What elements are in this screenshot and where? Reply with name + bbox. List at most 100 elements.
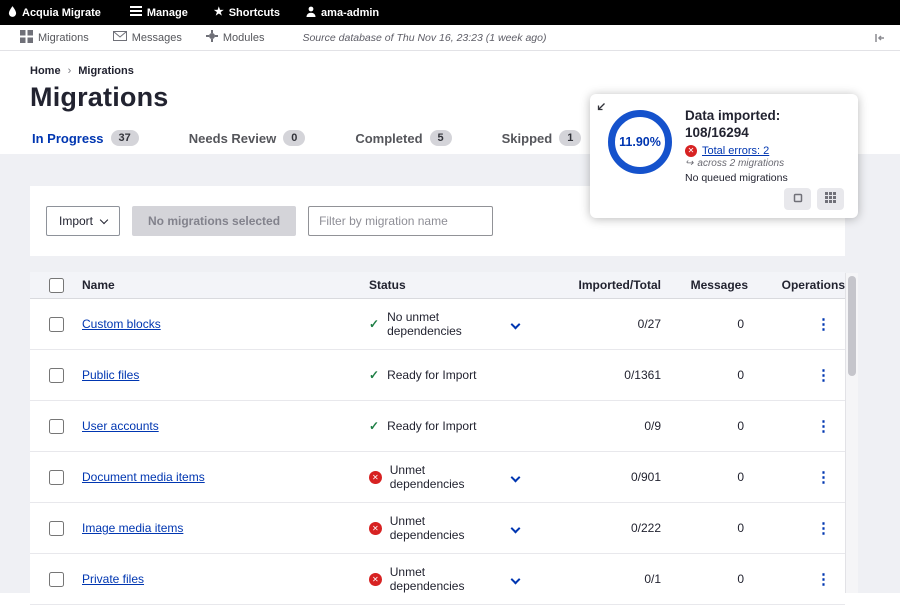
stop-button[interactable] bbox=[784, 188, 811, 210]
migration-filter-input[interactable] bbox=[308, 206, 493, 236]
messages-label: Messages bbox=[132, 32, 182, 44]
toolbar-item-migrations[interactable]: Migrations bbox=[8, 25, 101, 50]
card-info: Data imported: 108/16294 ✕ Total errors:… bbox=[685, 108, 844, 210]
migration-name-cell: User accounts bbox=[82, 419, 369, 433]
migration-link[interactable]: Public files bbox=[82, 368, 139, 382]
row-checkbox[interactable] bbox=[49, 470, 64, 485]
manage-menu[interactable]: Manage bbox=[117, 0, 201, 25]
chevron-down-icon[interactable] bbox=[509, 573, 522, 586]
hamburger-icon bbox=[130, 6, 142, 19]
grid-icon bbox=[825, 191, 836, 206]
status-cell: ✓ No unmet dependencies bbox=[369, 310, 560, 338]
toolbar-item-modules[interactable]: Modules bbox=[194, 25, 277, 50]
migration-link[interactable]: Private files bbox=[82, 572, 144, 586]
queued-migrations-label: No queued migrations bbox=[685, 172, 844, 184]
chevron-down-icon[interactable] bbox=[509, 522, 522, 535]
header-operations: Operations bbox=[748, 278, 845, 292]
brand-home-link[interactable]: Acquia Migrate bbox=[0, 0, 117, 25]
row-checkbox-cell bbox=[30, 419, 82, 434]
import-dropdown-button[interactable]: Import bbox=[46, 206, 120, 236]
imported-total-value: 0/1361 bbox=[560, 368, 661, 382]
operations-cell: ⋮ bbox=[748, 468, 845, 486]
breadcrumb-home-link[interactable]: Home bbox=[30, 65, 61, 77]
total-errors-link[interactable]: Total errors: 2 bbox=[702, 145, 769, 157]
migrations-label: Migrations bbox=[38, 32, 89, 44]
migration-link[interactable]: User accounts bbox=[82, 419, 159, 433]
kebab-menu-icon[interactable]: ⋮ bbox=[816, 469, 831, 486]
envelope-icon bbox=[113, 31, 127, 44]
modules-label: Modules bbox=[223, 32, 265, 44]
select-all-checkbox[interactable] bbox=[49, 278, 64, 293]
kebab-menu-icon[interactable]: ⋮ bbox=[816, 520, 831, 537]
manage-label: Manage bbox=[147, 7, 188, 19]
total-errors-line: ✕ Total errors: 2 bbox=[685, 145, 844, 157]
row-checkbox[interactable] bbox=[49, 317, 64, 332]
kebab-menu-icon[interactable]: ⋮ bbox=[816, 418, 831, 435]
shortcuts-menu[interactable]: ★ Shortcuts bbox=[201, 0, 293, 25]
messages-count: 0 bbox=[661, 521, 748, 535]
table-row: Document media items ✕ Unmet dependencie… bbox=[30, 452, 845, 503]
migration-link[interactable]: Image media items bbox=[82, 521, 183, 535]
tab-needs-review[interactable]: Needs Review 0 bbox=[187, 117, 308, 158]
selection-status-button: No migrations selected bbox=[132, 206, 296, 236]
table-header-row: Name Status Imported/Total Messages Oper… bbox=[30, 272, 845, 299]
error-circle-icon: ✕ bbox=[685, 145, 697, 157]
row-checkbox[interactable] bbox=[49, 419, 64, 434]
migration-link[interactable]: Custom blocks bbox=[82, 317, 161, 331]
resize-arrow-icon[interactable] bbox=[596, 99, 606, 117]
app-toolbar: Migrations Messages Modules Source datab… bbox=[0, 25, 900, 51]
kebab-menu-icon[interactable]: ⋮ bbox=[816, 316, 831, 333]
breadcrumb: Home › Migrations bbox=[30, 65, 870, 77]
table-row: Image media items ✕ Unmet dependencies 0… bbox=[30, 503, 845, 554]
select-all-cell bbox=[30, 278, 82, 293]
kebab-menu-icon[interactable]: ⋮ bbox=[816, 571, 831, 588]
chevron-down-icon[interactable] bbox=[509, 318, 522, 331]
progress-ring: 11.90% bbox=[608, 110, 672, 174]
messages-count: 0 bbox=[661, 368, 748, 382]
table-row: Private files ✕ Unmet dependencies 0/1 0… bbox=[30, 554, 845, 605]
tab-completed[interactable]: Completed 5 bbox=[353, 117, 453, 158]
migration-link[interactable]: Document media items bbox=[82, 470, 205, 484]
tab-label: Completed bbox=[355, 131, 422, 146]
status-cell: ✕ Unmet dependencies bbox=[369, 514, 560, 542]
row-checkbox-cell bbox=[30, 317, 82, 332]
star-icon: ★ bbox=[214, 7, 224, 18]
migration-name-cell: Document media items bbox=[82, 470, 369, 484]
row-checkbox[interactable] bbox=[49, 572, 64, 587]
tab-in-progress[interactable]: In Progress 37 bbox=[30, 117, 141, 158]
user-menu[interactable]: ama-admin bbox=[293, 0, 392, 25]
user-icon bbox=[306, 6, 316, 20]
tab-skipped[interactable]: Skipped 1 bbox=[500, 117, 584, 158]
status-text: Ready for Import bbox=[387, 368, 476, 382]
return-arrow-icon: ↪ bbox=[685, 158, 693, 169]
table-row: Custom blocks ✓ No unmet dependencies 0/… bbox=[30, 299, 845, 350]
migration-name-cell: Image media items bbox=[82, 521, 369, 535]
top-navigation: Manage ★ Shortcuts ama-admin bbox=[117, 0, 392, 25]
header-status: Status bbox=[369, 278, 560, 292]
migration-name-cell: Private files bbox=[82, 572, 369, 586]
table-body: Custom blocks ✓ No unmet dependencies 0/… bbox=[30, 299, 845, 605]
messages-count: 0 bbox=[661, 317, 748, 331]
migrations-table: Name Status Imported/Total Messages Oper… bbox=[30, 272, 845, 605]
operations-cell: ⋮ bbox=[748, 519, 845, 537]
status-text: Ready for Import bbox=[387, 419, 476, 433]
chevron-down-icon[interactable] bbox=[509, 471, 522, 484]
imported-total-value: 0/222 bbox=[560, 521, 661, 535]
toolbar-item-messages[interactable]: Messages bbox=[101, 25, 194, 50]
imported-total-value: 0/27 bbox=[560, 317, 661, 331]
collapse-toolbar-icon[interactable] bbox=[867, 32, 892, 44]
queue-grid-button[interactable] bbox=[817, 188, 844, 210]
operations-cell: ⋮ bbox=[748, 417, 845, 435]
vertical-scrollbar bbox=[845, 273, 858, 593]
across-migrations-label: across 2 migrations bbox=[697, 158, 784, 169]
breadcrumb-current-link[interactable]: Migrations bbox=[78, 65, 134, 77]
data-imported-ratio: 108/16294 bbox=[685, 125, 844, 142]
row-checkbox[interactable] bbox=[49, 521, 64, 536]
kebab-menu-icon[interactable]: ⋮ bbox=[816, 367, 831, 384]
scrollbar-thumb[interactable] bbox=[848, 276, 856, 376]
status-text: No unmet dependencies bbox=[387, 310, 501, 338]
row-checkbox[interactable] bbox=[49, 368, 64, 383]
status-cell: ✕ Unmet dependencies bbox=[369, 565, 560, 593]
status-text: Unmet dependencies bbox=[390, 565, 501, 593]
status-text: Unmet dependencies bbox=[390, 463, 501, 491]
